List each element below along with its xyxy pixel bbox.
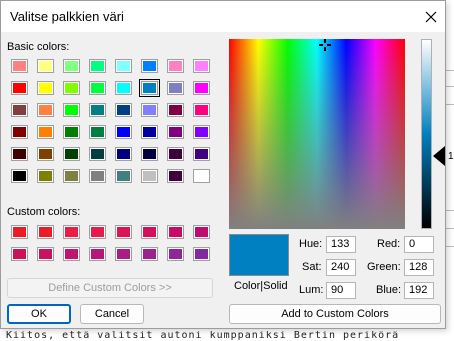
basic-color-swatch[interactable]	[115, 147, 132, 161]
custom-color-swatch[interactable]	[89, 225, 106, 239]
color-spectrum[interactable]	[229, 39, 405, 229]
basic-color-swatch[interactable]	[167, 81, 184, 95]
title-bar: Valitse palkkien väri	[1, 1, 445, 32]
basic-color-swatch[interactable]	[141, 59, 158, 73]
custom-color-swatch[interactable]	[37, 225, 54, 239]
custom-color-swatch[interactable]	[11, 225, 28, 239]
custom-color-swatch[interactable]	[141, 247, 158, 261]
basic-color-swatch[interactable]	[89, 81, 106, 95]
basic-color-swatch[interactable]	[37, 147, 54, 161]
basic-color-swatch[interactable]	[63, 59, 80, 73]
basic-color-swatch[interactable]	[115, 59, 132, 73]
basic-color-swatch[interactable]	[37, 81, 54, 95]
basic-color-swatch[interactable]	[89, 59, 106, 73]
basic-color-swatch[interactable]	[11, 59, 28, 73]
custom-color-swatch[interactable]	[115, 225, 132, 239]
basic-color-swatch[interactable]	[193, 103, 210, 117]
custom-color-swatch[interactable]	[63, 247, 80, 261]
basic-color-swatch[interactable]	[89, 125, 106, 139]
hue-field[interactable]: 133	[326, 236, 356, 253]
close-icon	[425, 11, 437, 22]
luminance-arrow-icon[interactable]	[433, 146, 445, 166]
basic-color-swatch[interactable]	[89, 169, 106, 183]
color-dialog: Valitse palkkien väri Basic colors: Cust…	[0, 0, 446, 329]
custom-color-swatch[interactable]	[37, 247, 54, 261]
basic-color-swatch[interactable]	[141, 169, 158, 183]
dialog-title: Valitse palkkien väri	[10, 9, 124, 24]
basic-color-swatch[interactable]	[115, 169, 132, 183]
background-text: Kiitos, että valitsit autoni kumppaniksi…	[6, 331, 400, 341]
basic-color-swatch[interactable]	[89, 103, 106, 117]
basic-color-swatch[interactable]	[37, 125, 54, 139]
basic-color-swatch[interactable]	[141, 125, 158, 139]
basic-color-swatch[interactable]	[139, 79, 160, 97]
hue-label: Hue:	[299, 238, 323, 250]
color-solid-label: Color|Solid	[234, 280, 288, 292]
custom-color-swatch[interactable]	[11, 247, 28, 261]
basic-color-swatch[interactable]	[167, 59, 184, 73]
basic-color-swatch[interactable]	[63, 125, 80, 139]
luminance-bar[interactable]	[421, 39, 432, 229]
basic-color-swatch[interactable]	[63, 81, 80, 95]
cancel-button[interactable]: Cancel	[80, 304, 144, 324]
basic-color-swatch[interactable]	[37, 59, 54, 73]
custom-colors-label: Custom colors:	[7, 206, 81, 218]
close-button[interactable]	[417, 3, 445, 30]
basic-color-swatch[interactable]	[115, 81, 132, 95]
red-label: Red:	[377, 238, 401, 250]
basic-color-swatch[interactable]	[11, 125, 28, 139]
custom-color-swatch[interactable]	[167, 225, 184, 239]
basic-color-swatch[interactable]	[167, 147, 184, 161]
custom-color-swatch[interactable]	[115, 247, 132, 261]
custom-color-swatch[interactable]	[193, 247, 210, 261]
basic-color-swatch[interactable]	[11, 81, 28, 95]
basic-color-swatch[interactable]	[141, 147, 158, 161]
sat-label: Sat:	[302, 261, 322, 273]
color-preview	[229, 234, 289, 276]
blue-label: Blue:	[376, 284, 402, 296]
red-field[interactable]: 0	[404, 236, 434, 253]
basic-colors-label: Basic colors:	[7, 41, 70, 53]
basic-color-swatch[interactable]	[193, 125, 210, 139]
custom-color-swatch[interactable]	[193, 225, 210, 239]
basic-color-swatch[interactable]	[193, 169, 210, 183]
basic-color-swatch[interactable]	[115, 125, 132, 139]
basic-color-swatch[interactable]	[193, 59, 210, 73]
green-field[interactable]: 128	[404, 259, 434, 276]
custom-color-swatch[interactable]	[89, 247, 106, 261]
custom-color-swatch[interactable]	[167, 247, 184, 261]
basic-color-swatch[interactable]	[11, 169, 28, 183]
basic-color-swatch[interactable]	[193, 81, 210, 95]
basic-color-swatch[interactable]	[115, 103, 132, 117]
basic-color-swatch[interactable]	[89, 147, 106, 161]
basic-color-swatch[interactable]	[141, 103, 158, 117]
crosshair-icon	[319, 39, 331, 51]
define-custom-colors-button[interactable]: Define Custom Colors >>	[7, 278, 213, 298]
basic-color-swatch[interactable]	[167, 125, 184, 139]
basic-color-swatch[interactable]	[167, 103, 184, 117]
custom-color-swatch[interactable]	[63, 225, 80, 239]
basic-color-swatch[interactable]	[11, 147, 28, 161]
basic-color-swatch[interactable]	[37, 169, 54, 183]
custom-color-swatch[interactable]	[141, 225, 158, 239]
basic-color-swatch[interactable]	[63, 147, 80, 161]
basic-color-swatch[interactable]	[63, 169, 80, 183]
background-edge-text: 1	[448, 151, 454, 162]
basic-color-swatch[interactable]	[11, 103, 28, 117]
ok-button[interactable]: OK	[7, 304, 71, 324]
sat-field[interactable]: 240	[326, 259, 356, 276]
blue-field[interactable]: 192	[404, 282, 434, 299]
basic-color-swatch[interactable]	[167, 169, 184, 183]
add-to-custom-colors-button[interactable]: Add to Custom Colors	[229, 304, 441, 324]
green-label: Green:	[367, 261, 401, 273]
lum-field[interactable]: 90	[326, 282, 356, 299]
basic-color-swatch[interactable]	[193, 147, 210, 161]
basic-color-swatch[interactable]	[37, 103, 54, 117]
lum-label: Lum:	[299, 284, 324, 296]
basic-color-swatch[interactable]	[63, 103, 80, 117]
